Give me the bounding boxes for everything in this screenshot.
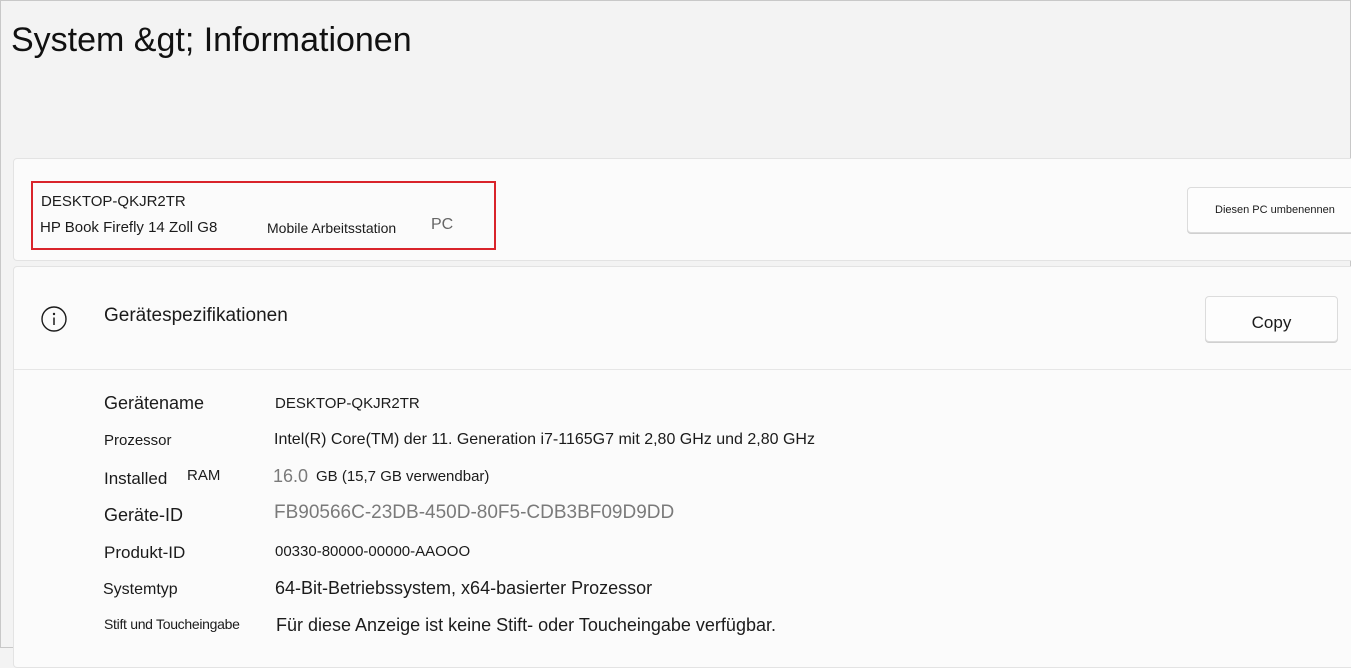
pc-model: HP Book Firefly 14 Zoll G8 <box>40 219 218 236</box>
spec-value-system-type: 64-Bit-Betriebssystem, x64-basierter Pro… <box>275 578 653 598</box>
spec-label-device-name: Gerätename <box>104 393 205 413</box>
spec-value-device-name: DESKTOP-QKJR2TR <box>275 395 420 412</box>
device-specs-card: Gerätespezifikationen Copy Gerätename DE… <box>13 266 1351 668</box>
info-icon <box>41 306 67 332</box>
spec-label-product-id: Produkt-ID <box>104 543 186 562</box>
pc-kind: PC <box>431 216 454 233</box>
highlight-box <box>31 181 496 250</box>
page-title: System &gt; Informationen <box>11 21 412 59</box>
spec-label-processor: Prozessor <box>104 432 172 449</box>
spec-value-ram-amount: 16.0 <box>273 466 309 486</box>
spec-label-ram: RAM <box>187 467 221 484</box>
spec-label-pen-touch: Stift und Toucheingabe <box>104 616 240 632</box>
spec-label-system-type: Systemtyp <box>103 581 178 598</box>
pc-device-name: DESKTOP-QKJR2TR <box>41 193 186 210</box>
rename-pc-button[interactable]: Diesen PC umbenennen <box>1187 187 1351 233</box>
spec-value-ram-detail: GB (15,7 GB verwendbar) <box>316 468 490 485</box>
spec-value-processor: Intel(R) Core(TM) der 11. Generation i7-… <box>274 431 815 448</box>
settings-window: System &gt; Informationen DESKTOP-QKJR2T… <box>0 0 1351 668</box>
device-specs-header[interactable]: Gerätespezifikationen Copy <box>14 267 1351 370</box>
spec-value-product-id: 00330-80000-00000-AAOOO <box>275 543 471 560</box>
device-specs-title: Gerätespezifikationen <box>104 305 288 326</box>
spec-label-device-id: Geräte-ID <box>104 505 184 525</box>
pc-type: Mobile Arbeitsstation <box>267 220 397 236</box>
copy-button[interactable]: Copy <box>1205 296 1338 342</box>
spec-value-pen-touch: Für diese Anzeige ist keine Stift- oder … <box>276 615 776 635</box>
spec-value-device-id: FB90566C-23DB-450D-80F5-CDB3BF09D9DD <box>274 502 675 523</box>
pc-summary-card: DESKTOP-QKJR2TR HP Book Firefly 14 Zoll … <box>13 158 1351 261</box>
spec-label-installed: Installed <box>104 469 168 488</box>
